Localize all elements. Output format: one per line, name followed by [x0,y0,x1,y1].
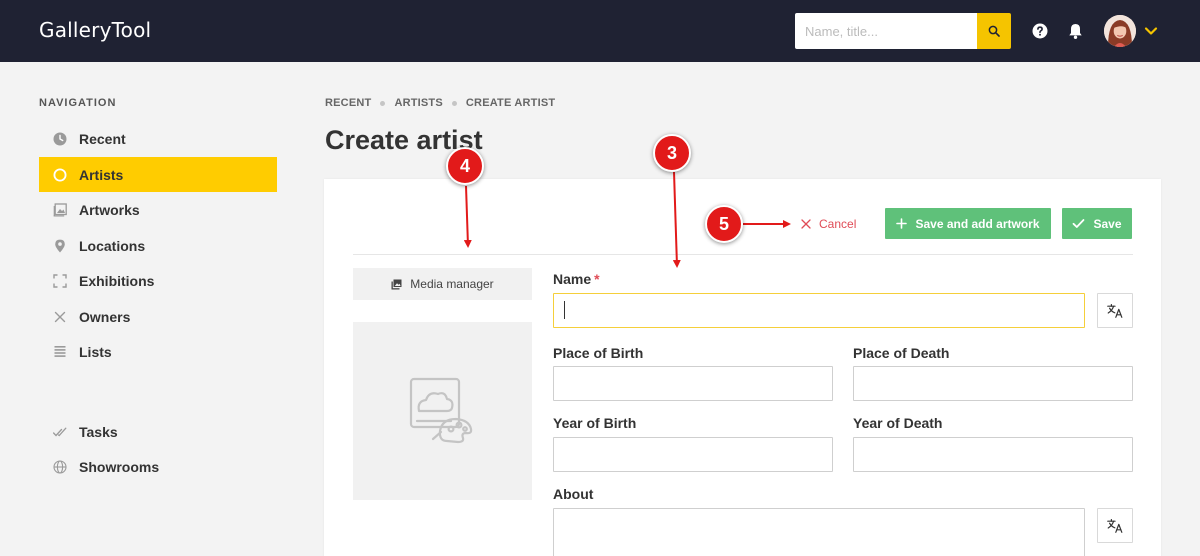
about-textarea[interactable] [553,508,1085,556]
breadcrumb-recent[interactable]: RECENT [325,97,371,109]
sidebar-item-label: Showrooms [79,458,160,475]
sidebar-item-label: Owners [79,308,131,325]
top-bar: GalleryTool [0,0,1200,62]
year-of-birth-input[interactable] [553,437,833,472]
media-placeholder [353,322,532,500]
image-icon [53,202,67,217]
search-input[interactable] [795,13,977,49]
sidebar-item-label: Lists [79,343,112,360]
chevron-down-icon[interactable] [1144,26,1158,36]
sidebar-item-locations[interactable]: Locations [39,228,277,263]
close-x-icon [53,310,67,324]
name-label: Name * [553,271,600,287]
required-asterisk: * [594,271,600,287]
breadcrumb-separator [451,100,457,106]
translate-name-button[interactable] [1097,293,1133,328]
cancel-label: Cancel [819,216,857,231]
annotation-marker-3: 3 [653,134,691,172]
year-of-death-input[interactable] [853,437,1133,472]
name-label-text: Name [553,271,592,287]
sidebar-item-recent[interactable]: Recent [39,121,277,156]
globe-icon [53,459,67,474]
year-of-birth-label: Year of Birth [553,415,637,431]
breadcrumb-artists[interactable]: ARTISTS [394,97,442,109]
card-divider [353,254,1133,255]
search-box [795,13,1011,49]
artist-palette-icon [409,377,472,444]
breadcrumb-separator [380,100,386,106]
frame-icon [53,273,67,288]
search-button[interactable] [977,13,1011,49]
app-logo[interactable]: GalleryTool [39,18,151,42]
sidebar-item-label: Artists [79,166,124,183]
place-of-death-label: Place of Death [853,345,950,361]
circle-icon [53,168,67,182]
text-caret [564,301,565,319]
save-button[interactable]: Save [1062,208,1132,239]
save-and-add-artwork-button[interactable]: Save and add artwork [885,208,1051,239]
translate-icon [1107,303,1123,318]
clock-icon [53,132,67,146]
navigation-heading: NAVIGATION [39,97,117,109]
sidebar-item-label: Recent [79,130,126,147]
check-double-icon [53,425,67,439]
plus-icon [896,218,908,229]
sidebar-item-artworks[interactable]: Artworks [39,192,277,227]
sidebar-item-owners[interactable]: Owners [39,299,277,334]
help-icon[interactable] [1032,23,1048,39]
name-input[interactable] [553,293,1085,328]
media-manager-label: Media manager [410,277,494,291]
sidebar-item-lists[interactable]: Lists [39,334,277,369]
user-photo-icon [1104,15,1136,47]
annotation-marker-5: 5 [705,205,743,243]
translate-icon [1107,518,1123,533]
sidebar-item-artists[interactable]: Artists [39,157,277,192]
sidebar-item-showrooms[interactable]: Showrooms [39,449,277,484]
sidebar-item-label: Locations [79,237,146,254]
year-of-death-label: Year of Death [853,415,943,431]
close-icon [801,218,811,229]
list-icon [53,345,67,359]
save-and-add-label: Save and add artwork [915,216,1040,231]
place-of-birth-label: Place of Birth [553,345,644,361]
check-icon [1073,219,1085,228]
translate-about-button[interactable] [1097,508,1133,543]
save-label: Save [1093,216,1122,231]
sidebar-item-label: Tasks [79,423,118,440]
media-manager-button[interactable]: Media manager [353,268,532,300]
place-of-birth-input[interactable] [553,366,833,401]
sidebar-item-label: Artworks [79,201,140,218]
about-label: About [553,486,594,502]
bell-icon[interactable] [1067,22,1084,40]
pin-icon [53,239,67,253]
annotation-marker-4: 4 [446,147,484,185]
breadcrumb: RECENT ARTISTS CREATE ARTIST [325,97,555,109]
search-icon [988,25,1000,37]
sidebar-item-label: Exhibitions [79,272,155,289]
avatar[interactable] [1104,15,1136,47]
sidebar-item-exhibitions[interactable]: Exhibitions [39,263,277,298]
sidebar-item-tasks[interactable]: Tasks [39,414,277,449]
place-of-death-input[interactable] [853,366,1133,401]
cancel-button[interactable]: Cancel [801,208,856,239]
gallery-icon [391,279,402,289]
breadcrumb-current: CREATE ARTIST [465,97,556,109]
